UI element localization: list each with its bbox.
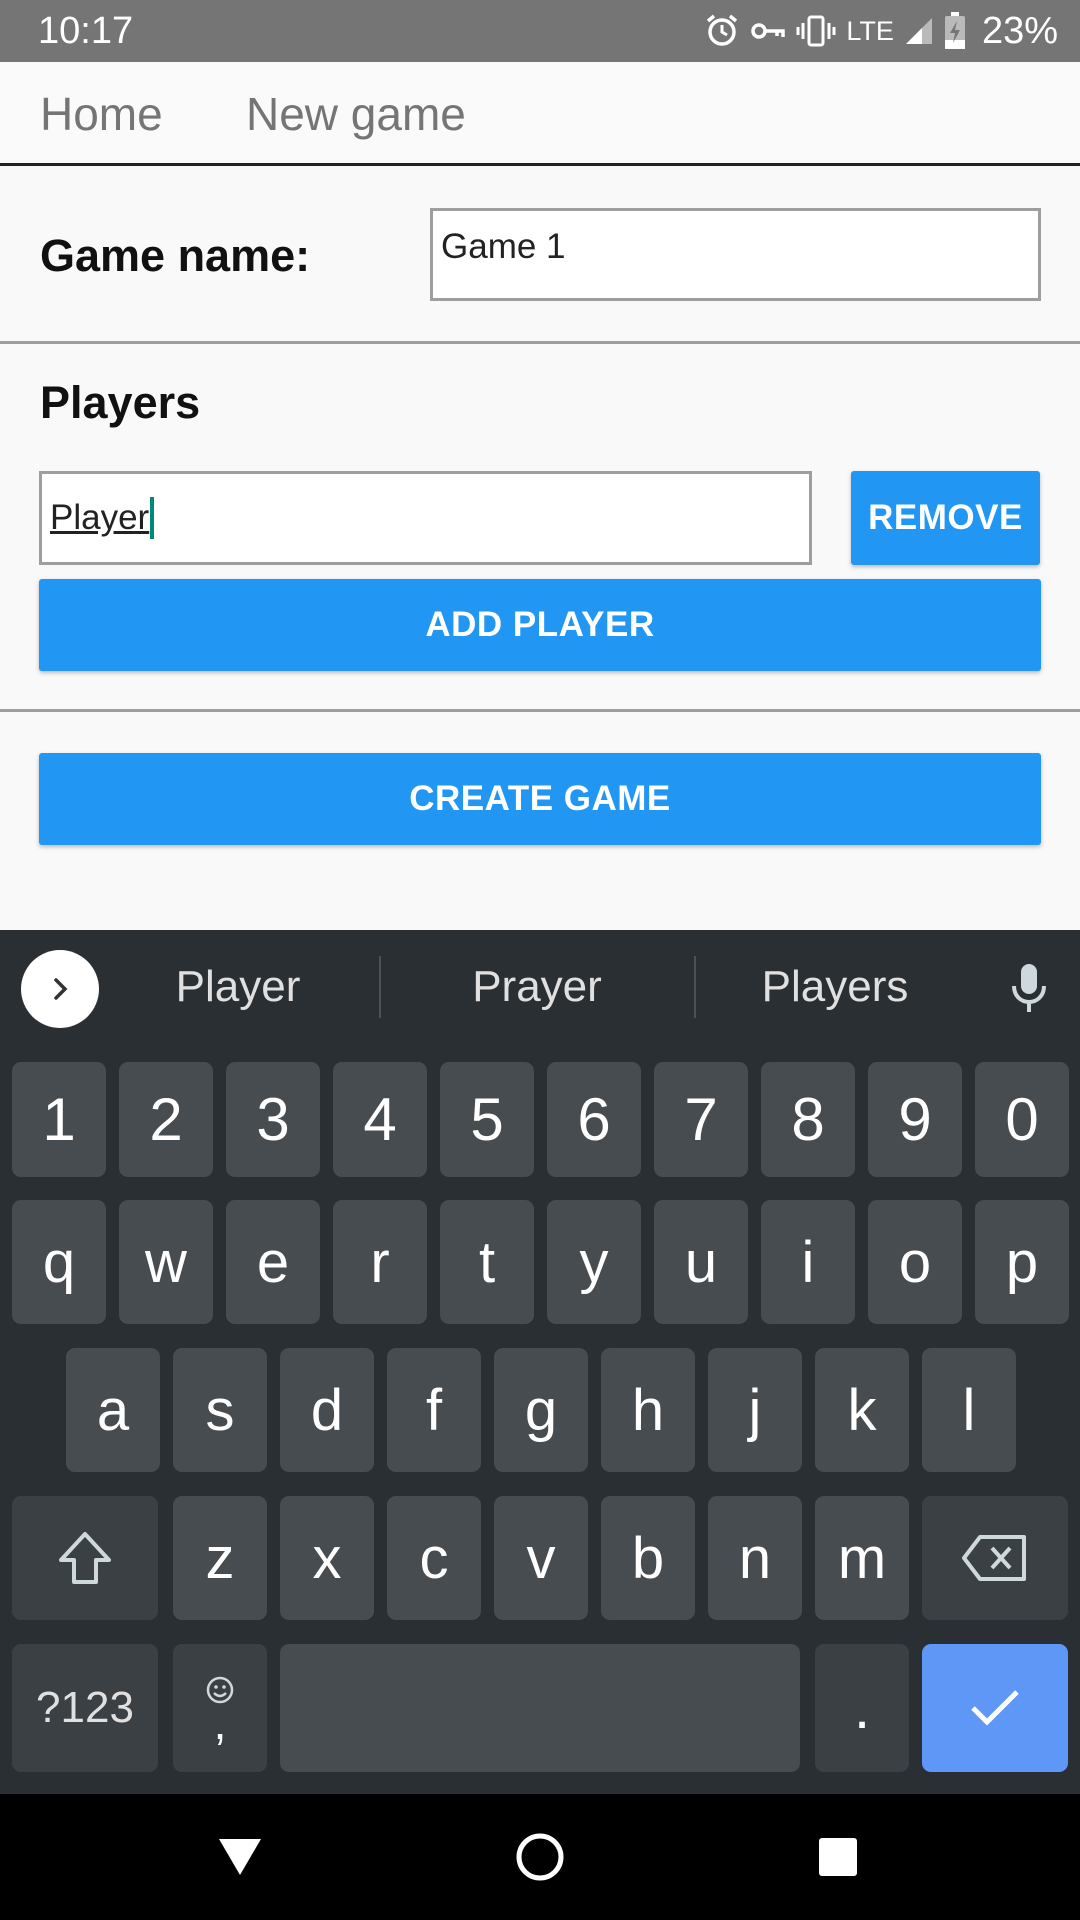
battery-percent: 23%	[981, 9, 1058, 52]
key-a[interactable]: a	[66, 1348, 160, 1472]
suggestion-divider	[694, 956, 696, 1018]
status-time: 10:17	[38, 10, 134, 52]
home-circle-icon	[516, 1833, 564, 1881]
backspace-key[interactable]	[922, 1496, 1068, 1620]
key-l[interactable]: l	[922, 1348, 1016, 1472]
key-0[interactable]: 0	[975, 1062, 1069, 1177]
players-heading: Players	[40, 377, 201, 428]
key-1[interactable]: 1	[12, 1062, 106, 1177]
add-player-button[interactable]: ADD PLAYER	[39, 579, 1041, 671]
key-4[interactable]: 4	[333, 1062, 427, 1177]
status-icons: LTE 23%	[704, 8, 1058, 54]
soft-keyboard: Player Prayer Players 1 2 3 4 5 6 7 8 9 …	[0, 930, 1080, 1794]
divider	[0, 341, 1080, 344]
recents-button[interactable]	[778, 1794, 898, 1920]
network-type: LTE	[846, 15, 894, 46]
key-3[interactable]: 3	[226, 1062, 320, 1177]
key-s[interactable]: s	[173, 1348, 267, 1472]
key-t[interactable]: t	[440, 1200, 534, 1324]
space-key[interactable]	[280, 1644, 800, 1772]
suggestion-strip: Player Prayer Players	[0, 930, 1080, 1044]
key-e[interactable]: e	[226, 1200, 320, 1324]
key-c[interactable]: c	[387, 1496, 481, 1620]
checkmark-icon	[971, 1690, 1019, 1726]
nav-bar: Home New game	[0, 62, 1080, 166]
remove-player-button[interactable]: REMOVE	[851, 471, 1040, 565]
period-key[interactable]: .	[815, 1644, 909, 1772]
key-5[interactable]: 5	[440, 1062, 534, 1177]
key-u[interactable]: u	[654, 1200, 748, 1324]
done-key[interactable]	[922, 1644, 1068, 1772]
key-k[interactable]: k	[815, 1348, 909, 1472]
suggestion-2[interactable]: Prayer	[402, 930, 672, 1044]
key-f[interactable]: f	[387, 1348, 481, 1472]
comma-label: ,	[213, 1697, 227, 1749]
recents-square-icon	[819, 1838, 857, 1876]
battery-charging-icon	[944, 12, 966, 50]
vibrate-icon	[796, 14, 836, 48]
game-name-input[interactable]: Game 1	[430, 208, 1041, 301]
key-i[interactable]: i	[761, 1200, 855, 1324]
key-9[interactable]: 9	[868, 1062, 962, 1177]
key-o[interactable]: o	[868, 1200, 962, 1324]
key-j[interactable]: j	[708, 1348, 802, 1472]
nav-home-link[interactable]: Home	[40, 84, 163, 144]
key-y[interactable]: y	[547, 1200, 641, 1324]
key-p[interactable]: p	[975, 1200, 1069, 1324]
key-h[interactable]: h	[601, 1348, 695, 1472]
chevron-right-icon	[54, 978, 68, 1000]
key-x[interactable]: x	[280, 1496, 374, 1620]
backspace-icon	[962, 1535, 1026, 1581]
key-v[interactable]: v	[494, 1496, 588, 1620]
text-caret	[150, 497, 155, 539]
key-w[interactable]: w	[119, 1200, 213, 1324]
key-8[interactable]: 8	[761, 1062, 855, 1177]
vpn-key-icon	[750, 19, 786, 43]
shift-icon	[59, 1532, 111, 1584]
back-triangle-icon	[219, 1839, 261, 1875]
emoji-comma-key[interactable]: ,	[173, 1644, 267, 1772]
symbols-key[interactable]: ?123	[12, 1644, 158, 1772]
key-b[interactable]: b	[601, 1496, 695, 1620]
game-name-label: Game name:	[40, 230, 311, 281]
nav-new-game-link[interactable]: New game	[246, 84, 466, 144]
alarm-icon	[704, 13, 740, 49]
key-6[interactable]: 6	[547, 1062, 641, 1177]
signal-icon	[904, 16, 934, 46]
key-d[interactable]: d	[280, 1348, 374, 1472]
home-button[interactable]	[480, 1794, 600, 1920]
shift-key[interactable]	[12, 1496, 158, 1620]
key-z[interactable]: z	[173, 1496, 267, 1620]
key-2[interactable]: 2	[119, 1062, 213, 1177]
player-name-input[interactable]: Player	[39, 471, 812, 565]
key-7[interactable]: 7	[654, 1062, 748, 1177]
expand-suggestions-button[interactable]	[21, 950, 99, 1028]
key-n[interactable]: n	[708, 1496, 802, 1620]
key-q[interactable]: q	[12, 1200, 106, 1324]
create-game-button[interactable]: CREATE GAME	[39, 753, 1041, 845]
key-r[interactable]: r	[333, 1200, 427, 1324]
divider	[0, 709, 1080, 712]
system-nav-bar	[0, 1794, 1080, 1920]
mic-icon[interactable]	[1004, 960, 1054, 1016]
key-m[interactable]: m	[815, 1496, 909, 1620]
key-g[interactable]: g	[494, 1348, 588, 1472]
suggestion-divider	[379, 956, 381, 1018]
back-button[interactable]	[180, 1794, 300, 1920]
suggestion-1[interactable]: Player	[103, 930, 373, 1044]
player-name-value: Player	[50, 498, 150, 537]
suggestion-3[interactable]: Players	[700, 930, 970, 1044]
status-bar: 10:17 LTE 23%	[0, 0, 1080, 62]
